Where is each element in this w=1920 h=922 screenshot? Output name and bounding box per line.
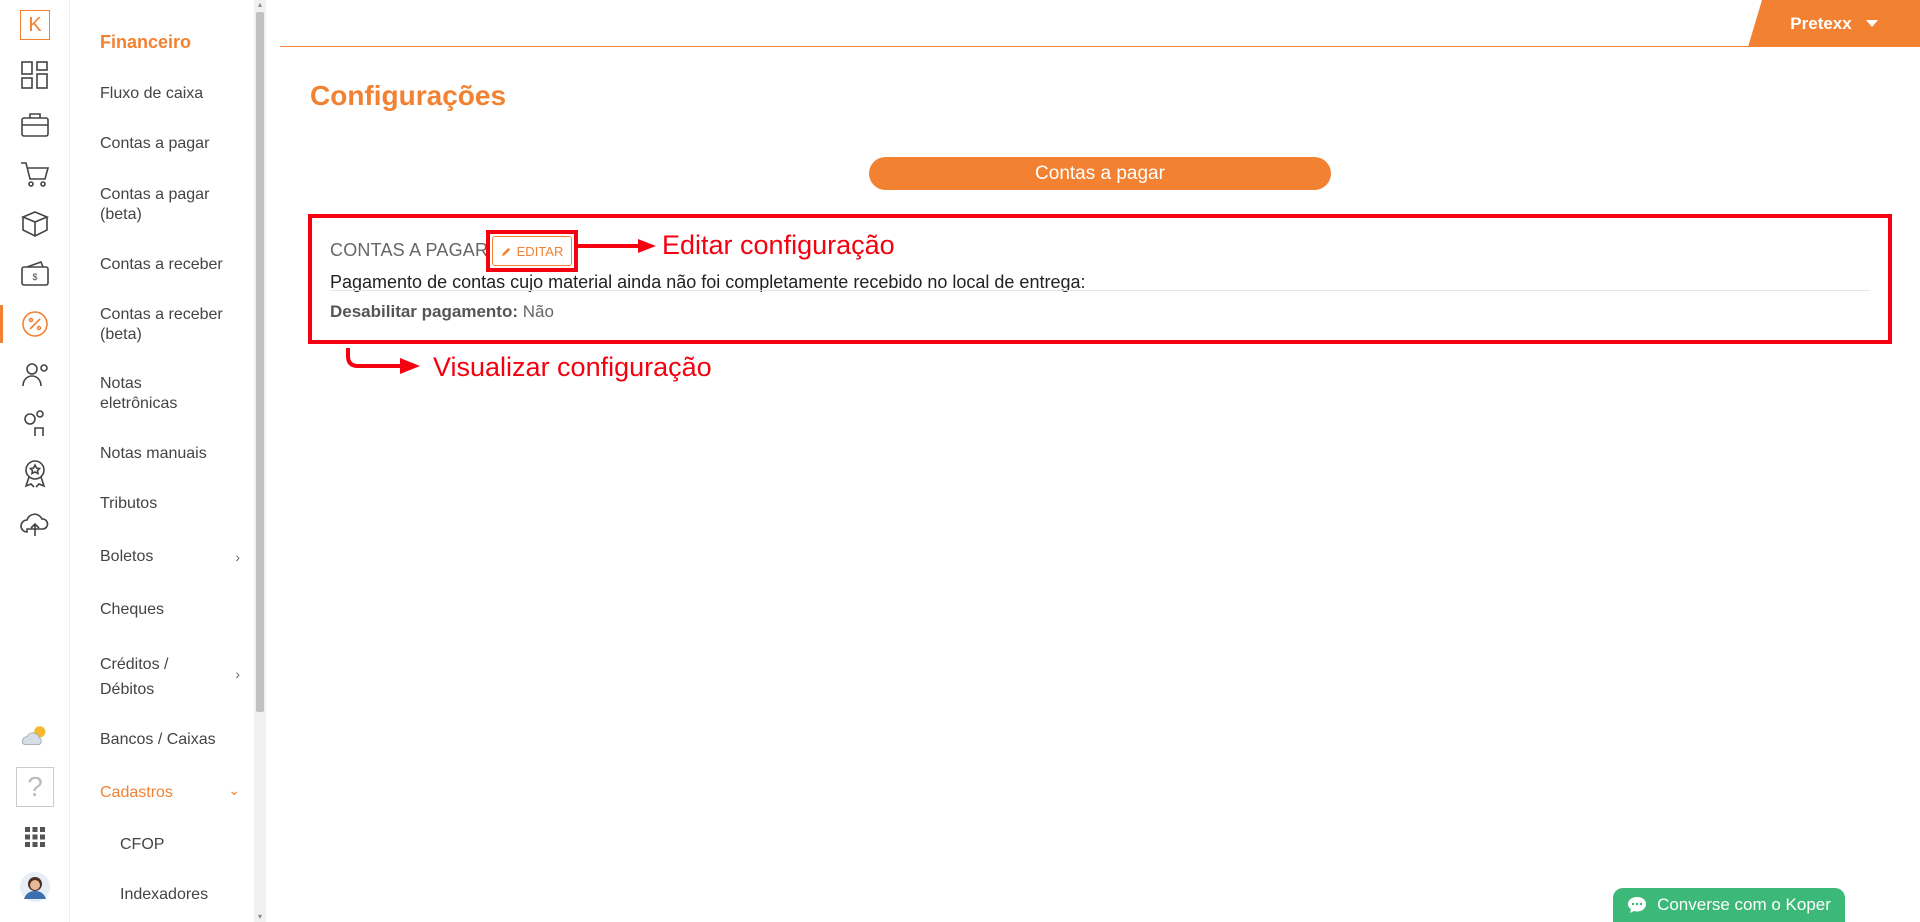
weather-icon[interactable] xyxy=(0,712,70,758)
dashboard-icon[interactable] xyxy=(0,52,70,98)
apps-grid-icon[interactable] xyxy=(0,814,70,860)
award-icon[interactable] xyxy=(0,451,70,497)
field-value: Não xyxy=(522,302,554,321)
briefcase-icon[interactable] xyxy=(0,102,70,148)
svg-text:$: $ xyxy=(32,272,37,282)
boxes-icon[interactable] xyxy=(0,201,70,247)
section-button-contas-a-pagar[interactable]: Contas a pagar xyxy=(869,157,1331,190)
edit-arrow xyxy=(574,239,656,253)
submenu-item-notas-manuais[interactable]: Notas manuais xyxy=(100,444,250,464)
percent-icon[interactable] xyxy=(0,301,70,347)
submenu-title: Financeiro xyxy=(100,32,192,52)
chat-button-label: Converse com o Koper xyxy=(1657,895,1831,914)
pencil-icon xyxy=(501,247,510,256)
financeiro-submenu: Financeiro Fluxo de caixa Contas a pagar… xyxy=(70,0,266,922)
submenu-item-cfop[interactable]: CFOP xyxy=(120,835,270,855)
submenu-item-boletos[interactable]: Boletos xyxy=(100,547,250,567)
avatar[interactable] xyxy=(0,864,70,910)
chat-button[interactable]: Converse com o Koper xyxy=(1613,888,1845,922)
card-heading: CONTAS A PAGAR xyxy=(330,240,489,260)
worker-icon[interactable] xyxy=(0,351,70,397)
icon-rail: K $ ? xyxy=(0,0,70,922)
annotation-view-label: Visualizar configuração xyxy=(433,352,712,382)
submenu-item-fluxo-de-caixa[interactable]: Fluxo de caixa xyxy=(100,84,250,104)
config-card: CONTAS A PAGAR EDITAR Pagamento de conta… xyxy=(308,214,1892,344)
scroll-up-arrow-icon[interactable]: ▴ xyxy=(256,1,264,9)
chevron-down-icon: ⌄ xyxy=(228,782,240,798)
user-name: Pretexx xyxy=(1790,13,1852,33)
card-field: Desabilitar pagamento: Não xyxy=(330,302,554,322)
edit-button[interactable]: EDITAR xyxy=(492,236,572,266)
chat-bubble-icon xyxy=(1628,897,1647,913)
annotation-edit-label: Editar configuração xyxy=(662,230,895,260)
chevron-right-icon: › xyxy=(235,666,240,682)
view-arrow xyxy=(346,348,420,374)
submenu-item-contas-a-pagar-beta[interactable]: Contas a pagar (beta) xyxy=(100,185,230,225)
submenu-item-creditos-debitos[interactable]: Créditos / Débitos xyxy=(100,652,200,702)
submenu-scrollbar[interactable]: ▴ ▾ xyxy=(254,0,266,922)
top-bar: Pretexx xyxy=(280,0,1920,47)
submenu-item-contas-a-receber[interactable]: Contas a receber xyxy=(100,255,250,275)
submenu-item-contas-a-pagar[interactable]: Contas a pagar xyxy=(100,134,250,154)
user-menu[interactable]: Pretexx xyxy=(1748,0,1920,47)
submenu-item-cheques[interactable]: Cheques xyxy=(100,600,250,620)
chevron-right-icon: › xyxy=(235,549,240,565)
scrollbar-thumb[interactable] xyxy=(256,12,264,712)
card-divider xyxy=(330,290,1870,291)
help-icon[interactable]: ? xyxy=(0,764,70,810)
submenu-item-tributos[interactable]: Tributos xyxy=(100,494,250,514)
caret-down-icon xyxy=(1865,20,1878,27)
scroll-down-arrow-icon[interactable]: ▾ xyxy=(256,913,264,921)
submenu-item-contas-a-receber-beta[interactable]: Contas a receber (beta) xyxy=(100,305,240,345)
submenu-item-bancos-caixas[interactable]: Bancos / Caixas xyxy=(100,730,250,750)
edit-button-label: EDITAR xyxy=(516,243,564,259)
field-label: Desabilitar pagamento: xyxy=(330,302,518,321)
wallet-icon[interactable]: $ xyxy=(0,251,70,297)
logo[interactable]: K xyxy=(0,2,70,48)
shopping-cart-icon[interactable] xyxy=(0,151,70,197)
page-title: Configurações xyxy=(310,80,507,111)
submenu-item-indexadores[interactable]: Indexadores xyxy=(120,885,270,905)
cloud-upload-icon[interactable] xyxy=(0,501,70,547)
submenu-item-notas-eletronicas[interactable]: Notas eletrônicas xyxy=(100,374,200,414)
logo-letter: K xyxy=(20,10,50,40)
users-icon[interactable] xyxy=(0,401,70,447)
